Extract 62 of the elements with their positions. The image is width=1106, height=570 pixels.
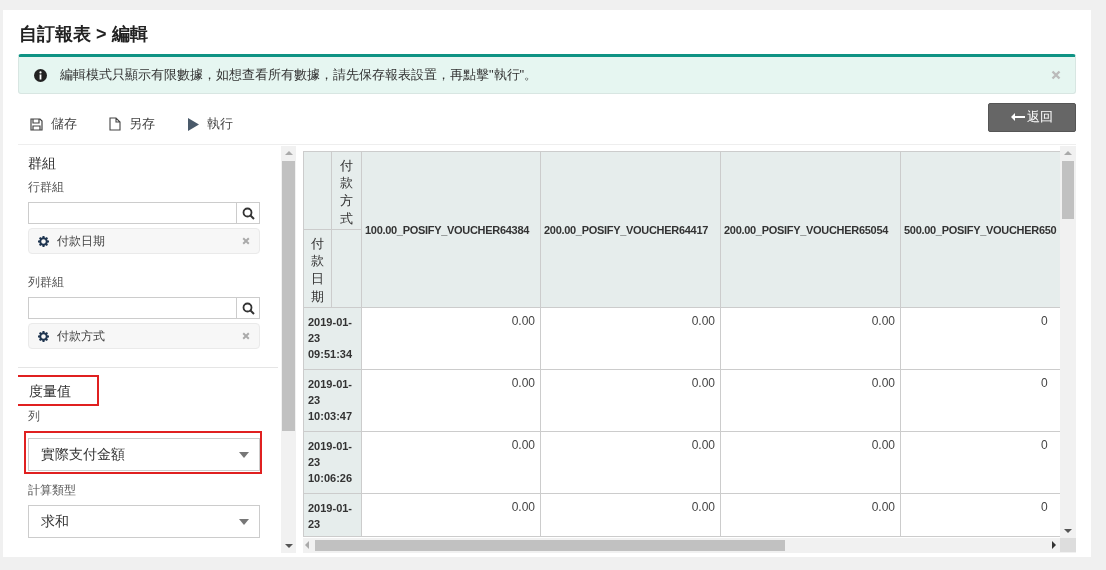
select-field[interactable]: 實際支付金額 — [28, 438, 260, 471]
gear-icon — [38, 330, 49, 342]
row-field-label: 付款日期 — [311, 234, 324, 306]
scrollbar-corner — [1060, 538, 1076, 552]
caret-icon — [239, 518, 249, 525]
table-cell: 0.00 — [691, 376, 715, 390]
search-icon — [241, 301, 255, 315]
search-icon — [241, 206, 255, 220]
field-label: 計算類型 — [28, 482, 76, 499]
row-header: 2019-01-23 09:51:34 — [308, 316, 353, 360]
scrollbar[interactable] — [281, 146, 296, 553]
caret-icon — [239, 451, 249, 458]
info-icon — [34, 68, 47, 82]
page-title: 自訂報表 > 編輯 — [19, 23, 148, 46]
section-title: 度量值 — [18, 377, 97, 404]
search-field[interactable] — [28, 202, 260, 224]
close-icon[interactable] — [242, 237, 250, 245]
table-cell: 0.00 — [691, 314, 715, 328]
table-cell: 0.00 — [691, 438, 715, 452]
field-label: 列 — [28, 408, 40, 425]
field-label: 行群組 — [28, 179, 64, 196]
tag-label: 付款日期 — [57, 232, 106, 250]
row-header: 2019-01-23 10:03:47 — [308, 378, 353, 422]
table-cell: 0 — [1041, 376, 1048, 390]
column-header: 200.00_POSIFY_VOUCHER64417 — [544, 223, 709, 236]
save-button[interactable]: 儲存 — [30, 115, 77, 133]
gear-icon — [38, 235, 49, 247]
column-header: 200.00_POSIFY_VOUCHER65054 — [724, 223, 889, 236]
search-field[interactable] — [28, 297, 260, 319]
table-cell: 0 — [1041, 438, 1048, 452]
select-field[interactable]: 求和 — [28, 505, 260, 538]
back-button[interactable]: 返回 — [988, 102, 1076, 132]
row-header: 2019-01-23 — [308, 502, 353, 530]
table-cell: 0.00 — [871, 376, 895, 390]
table-cell: 0.00 — [871, 314, 895, 328]
table-cell: 0.00 — [871, 500, 895, 514]
group-tag[interactable]: 付款日期 — [28, 228, 260, 254]
save-icon — [30, 117, 43, 131]
close-icon[interactable] — [1051, 70, 1061, 80]
table-cell: 0.00 — [511, 376, 535, 390]
close-icon[interactable] — [242, 332, 250, 340]
column-header: 100.00_POSIFY_VOUCHER64384 — [365, 223, 530, 236]
table-cell: 0 — [1041, 314, 1048, 328]
row-header: 2019-01-23 10:06:26 — [308, 440, 353, 484]
left-arrow-icon — [1011, 113, 1025, 121]
column-field-label: 付款方式 — [340, 156, 353, 228]
table-cell: 0.00 — [511, 500, 535, 514]
run-button[interactable]: 執行 — [187, 115, 233, 133]
document-icon — [109, 117, 121, 131]
field-label: 列群組 — [28, 274, 64, 291]
alert-message: 編輯模式只顯示有限數據，如想查看所有數據，請先保存報表設置，再點擊"執行"。 — [60, 66, 539, 84]
play-icon — [187, 117, 199, 131]
tag-label: 付款方式 — [57, 327, 106, 345]
table-cell: 0 — [1041, 500, 1048, 514]
save-as-button[interactable]: 另存 — [109, 115, 155, 133]
table-cell: 0.00 — [871, 438, 895, 452]
table-cell: 0.00 — [511, 438, 535, 452]
table-cell: 0.00 — [511, 314, 535, 328]
section-title: 群組 — [28, 155, 56, 173]
table-cell: 0.00 — [691, 500, 715, 514]
group-tag[interactable]: 付款方式 — [28, 323, 260, 349]
column-header: 500.00_POSIFY_VOUCHER650 — [904, 223, 1057, 236]
